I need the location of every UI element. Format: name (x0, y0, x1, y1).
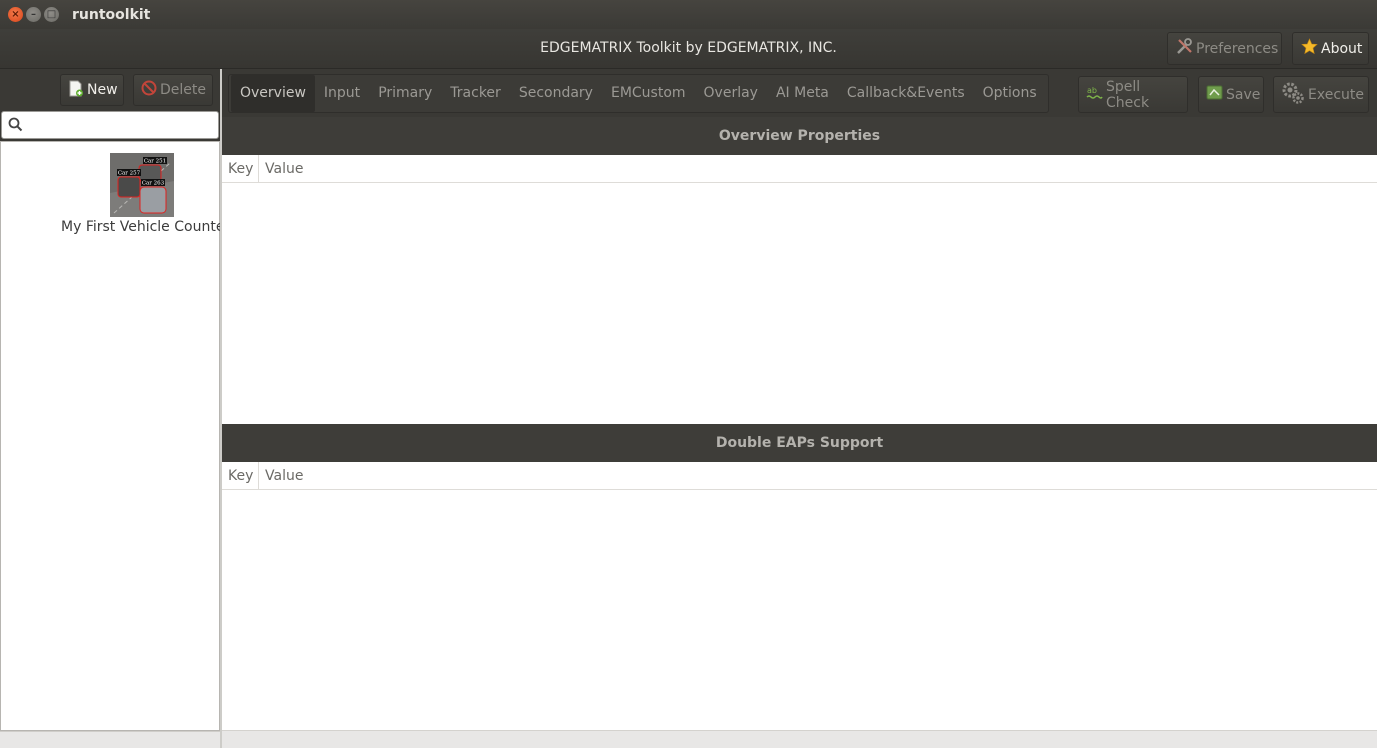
save-icon (1206, 84, 1223, 105)
tab-tracker[interactable]: Tracker (441, 75, 510, 112)
editor-toolbar: Overview Input Primary Tracker Secondary… (222, 69, 1377, 117)
tab-options[interactable]: Options (974, 75, 1046, 112)
window-minimize-button[interactable]: – (26, 7, 41, 22)
about-label: About (1321, 40, 1363, 57)
tab-input[interactable]: Input (315, 75, 369, 112)
double-eaps-support-table: Key Value (222, 462, 1377, 730)
spell-check-label: Spell Check (1106, 78, 1150, 111)
project-sidebar: New Delete Car 251 Car 257 Car 263 My Fi… (0, 69, 230, 748)
editor-scrollbar[interactable] (222, 730, 1377, 748)
column-header-key[interactable]: Key (222, 462, 259, 489)
execute-button[interactable]: Execute (1273, 76, 1369, 113)
tab-emcustom[interactable]: EMCustom (602, 75, 695, 112)
overview-properties-header: Overview Properties (222, 117, 1377, 155)
preferences-button[interactable]: Preferences (1167, 32, 1282, 65)
spell-check-button[interactable]: ab Spell Check (1078, 76, 1188, 113)
preferences-label: Preferences (1196, 40, 1279, 57)
save-label: Save (1226, 86, 1261, 103)
window-title: runtoolkit (72, 6, 151, 23)
overview-properties-table: Key Value (222, 155, 1377, 424)
about-button[interactable]: About (1292, 32, 1369, 65)
tab-callback-events[interactable]: Callback&Events (838, 75, 974, 112)
table-header: Key Value (222, 155, 1377, 183)
header-bar: EDGEMATRIX Toolkit by EDGEMATRIX, INC. P… (0, 29, 1377, 69)
gears-icon (1281, 81, 1305, 109)
new-label: New (87, 82, 118, 98)
column-header-value[interactable]: Value (259, 462, 303, 489)
project-search[interactable] (1, 111, 219, 139)
double-eaps-support-header: Double EAPs Support (222, 424, 1377, 462)
tools-icon (1176, 38, 1193, 59)
window-maximize-button[interactable]: □ (44, 7, 59, 22)
new-button[interactable]: New (60, 74, 124, 106)
column-header-value[interactable]: Value (259, 155, 303, 182)
thumb-label: Car 257 (118, 171, 141, 177)
sidebar-scrollbar[interactable] (0, 731, 220, 748)
column-header-key[interactable]: Key (222, 155, 259, 182)
thumb-label: Car 263 (142, 181, 165, 187)
table-header: Key Value (222, 462, 1377, 490)
no-entry-icon (141, 80, 157, 100)
tab-secondary[interactable]: Secondary (510, 75, 602, 112)
tab-overview[interactable]: Overview (231, 75, 315, 112)
star-icon (1301, 38, 1318, 59)
save-button[interactable]: Save (1198, 76, 1264, 113)
svg-text:ab: ab (1087, 86, 1097, 95)
delete-label: Delete (160, 82, 206, 98)
project-name: My First Vehicle Counter (61, 219, 231, 235)
spell-check-icon: ab (1086, 84, 1103, 105)
new-document-icon (68, 80, 84, 101)
window-close-button[interactable]: × (8, 7, 23, 22)
thumb-label: Car 251 (144, 159, 166, 165)
search-input[interactable] (28, 115, 213, 135)
sidebar-toolbar: New Delete (0, 69, 220, 111)
tab-ai-meta[interactable]: AI Meta (767, 75, 838, 112)
window-controls: × – □ (8, 7, 59, 22)
window-titlebar: × – □ runtoolkit (0, 0, 1377, 29)
delete-button[interactable]: Delete (133, 74, 213, 106)
search-icon (8, 117, 23, 136)
tab-overlay[interactable]: Overlay (695, 75, 767, 112)
execute-label: Execute (1308, 86, 1364, 103)
project-list: Car 251 Car 257 Car 263 My First Vehicle… (0, 141, 230, 731)
section-tabs: Overview Input Primary Tracker Secondary… (228, 74, 1049, 113)
tab-primary[interactable]: Primary (369, 75, 441, 112)
project-thumbnail: Car 251 Car 257 Car 263 (110, 153, 174, 217)
